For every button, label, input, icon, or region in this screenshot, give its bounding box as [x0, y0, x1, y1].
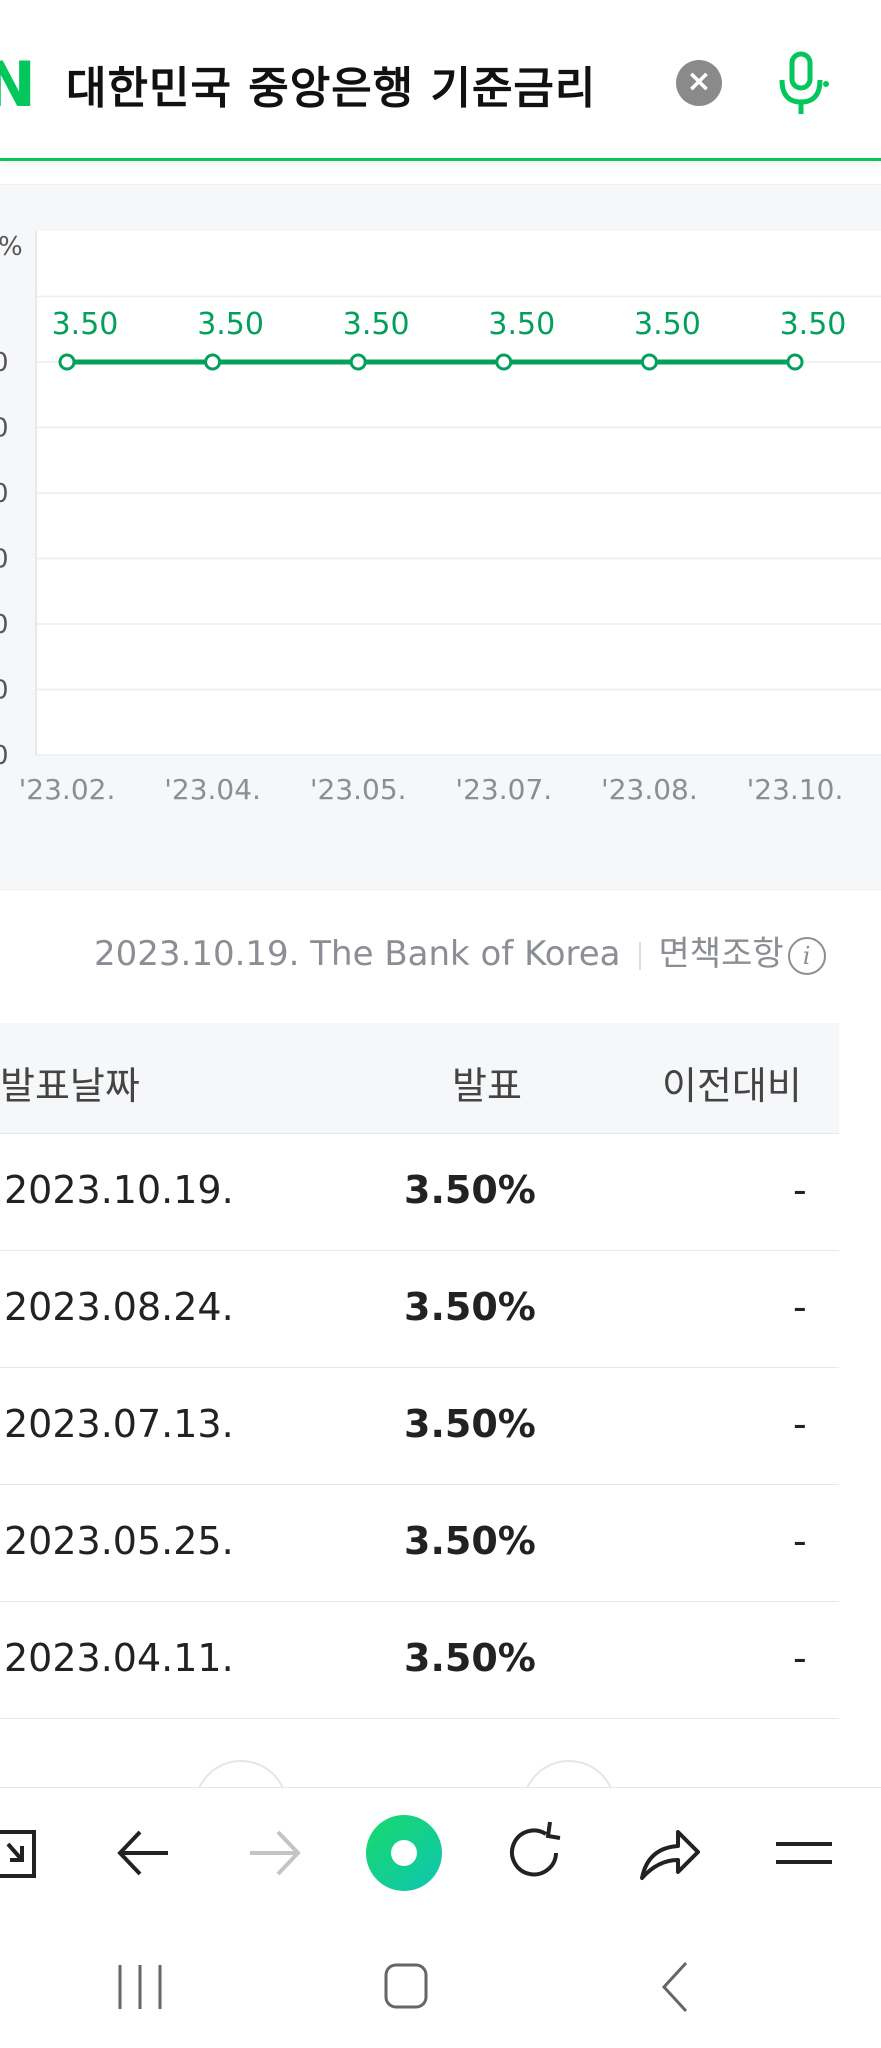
search-header: N 대한민국 중앙은행 기준금리 ×: [0, 0, 881, 161]
search-query[interactable]: 대한민국 중앙은행 기준금리: [66, 52, 596, 116]
row-change: -: [793, 1519, 807, 1563]
row-date: 2023.08.24.: [4, 1285, 234, 1329]
data-point: [640, 353, 658, 371]
row-rate: 3.50%: [404, 1402, 536, 1446]
data-point: [349, 353, 367, 371]
x-tick-label: '23.08.: [601, 773, 698, 806]
clear-search-button[interactable]: ×: [676, 60, 722, 106]
data-label: 3.50: [634, 307, 701, 342]
row-rate: 3.50%: [404, 1519, 536, 1563]
x-tick-label: '23.10.: [747, 773, 844, 806]
row-date: 2023.04.11.: [4, 1636, 234, 1680]
table-row: 2023.10.19. 3.50% -: [0, 1134, 839, 1251]
info-icon[interactable]: i: [787, 936, 826, 975]
row-change: -: [793, 1402, 807, 1446]
y-tick-label: 0: [0, 610, 9, 640]
row-rate: 3.50%: [404, 1285, 536, 1329]
browser-toolbar: [0, 1787, 881, 1918]
system-nav-bar: [0, 1917, 881, 2048]
row-date: 2023.10.19.: [4, 1168, 234, 1212]
x-tick-label: '23.07.: [455, 773, 552, 806]
y-tick-label: 0: [0, 348, 9, 378]
x-tick-label: '23.04.: [164, 773, 261, 806]
new-tab-icon[interactable]: [0, 1788, 50, 1918]
back-arrow-icon[interactable]: [110, 1788, 180, 1918]
microphone-icon[interactable]: [772, 50, 832, 120]
table-row: 2023.08.24. 3.50% -: [0, 1251, 839, 1368]
menu-icon[interactable]: [770, 1788, 840, 1918]
row-rate: 3.50%: [404, 1636, 536, 1680]
table-header: 발표날짜 발표 이전대비: [0, 1023, 839, 1134]
y-tick-label: 0: [0, 479, 9, 509]
x-tick-label: '23.05.: [310, 773, 407, 806]
data-point: [58, 353, 76, 371]
share-icon[interactable]: [634, 1788, 704, 1918]
data-label: 3.50: [343, 307, 410, 342]
home-icon[interactable]: [376, 1957, 436, 2017]
row-change: -: [793, 1636, 807, 1680]
row-date: 2023.07.13.: [4, 1402, 234, 1446]
table-row: 2023.07.13. 3.50% -: [0, 1368, 839, 1485]
source-text: 2023.10.19. The Bank of Korea: [94, 934, 621, 974]
table-row: 2023.05.25. 3.50% -: [0, 1485, 839, 1602]
table-row: 2023.04.11. 3.50% -: [0, 1602, 839, 1719]
row-change: -: [793, 1285, 807, 1329]
data-label: 3.50: [780, 307, 847, 342]
source-line: 2023.10.19. The Bank of Korea 면책조항 i: [94, 926, 826, 975]
data-label: 3.50: [52, 307, 119, 342]
y-tick-label: 0: [0, 676, 9, 706]
data-point: [786, 353, 804, 371]
back-icon[interactable]: [646, 1957, 706, 2017]
forward-arrow-icon[interactable]: [240, 1788, 310, 1918]
y-axis-unit: %: [0, 232, 23, 262]
home-dot-icon[interactable]: [364, 1788, 444, 1918]
y-tick-label: 0: [0, 545, 9, 575]
header-change: 이전대비: [662, 1064, 802, 1108]
row-rate: 3.50%: [404, 1168, 536, 1212]
row-change: -: [793, 1168, 807, 1212]
row-date: 2023.05.25.: [4, 1519, 234, 1563]
y-tick-label: 0: [0, 414, 9, 444]
recent-apps-icon[interactable]: [110, 1957, 170, 2017]
y-tick-label: 0: [0, 741, 9, 771]
rate-line-chart[interactable]: % 0 0 0 0 0 0 0 3.50 '23.02. 3.50 '23.04. 3.50 '23.05…: [0, 185, 881, 889]
refresh-icon[interactable]: [500, 1788, 570, 1918]
naver-logo[interactable]: N: [0, 54, 36, 116]
data-point: [204, 353, 222, 371]
x-tick-label: '23.02.: [19, 773, 116, 806]
disclaimer-link[interactable]: 면책조항: [659, 934, 784, 974]
header-date: 발표날짜: [0, 1064, 140, 1108]
data-label: 3.50: [488, 307, 555, 342]
header-rate: 발표: [452, 1064, 522, 1108]
divider: [638, 941, 641, 970]
data-point: [495, 353, 513, 371]
rate-chart-panel: % 0 0 0 0 0 0 0 3.50 '23.02. 3.50 '23.04. 3.50 '23.05…: [0, 184, 881, 890]
data-label: 3.50: [197, 307, 264, 342]
